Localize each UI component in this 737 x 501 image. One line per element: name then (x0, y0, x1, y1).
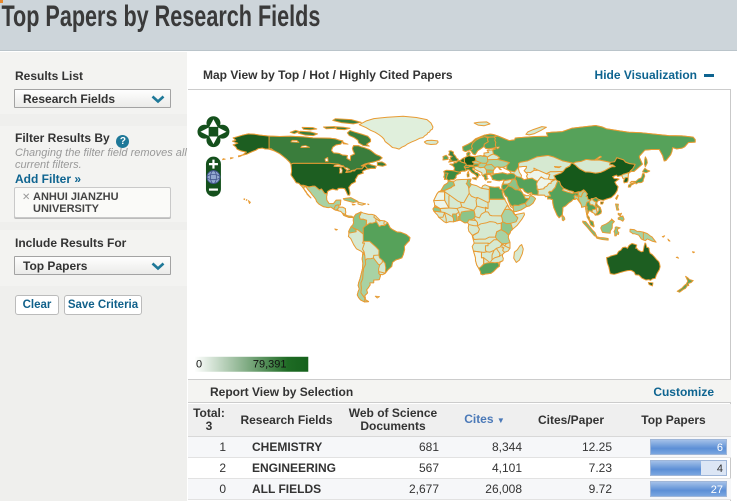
svg-text:79,391: 79,391 (253, 358, 287, 370)
svg-text:0: 0 (196, 358, 202, 370)
